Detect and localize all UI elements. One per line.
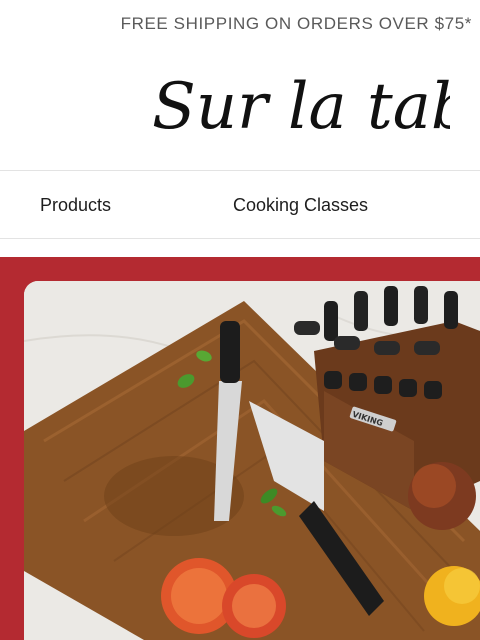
- hero-image[interactable]: VIKING: [24, 281, 480, 640]
- nav-item-products[interactable]: Products: [40, 195, 111, 216]
- nav-item-cooking-classes[interactable]: Cooking Classes: [233, 195, 368, 216]
- logo-text: Sur la table: [152, 70, 450, 144]
- brand-logo[interactable]: Sur la table: [150, 60, 480, 150]
- hero-section: VIKING: [0, 257, 480, 640]
- main-nav: Products Cooking Classes: [0, 170, 480, 239]
- promo-banner[interactable]: FREE SHIPPING ON ORDERS OVER $75*: [0, 0, 480, 50]
